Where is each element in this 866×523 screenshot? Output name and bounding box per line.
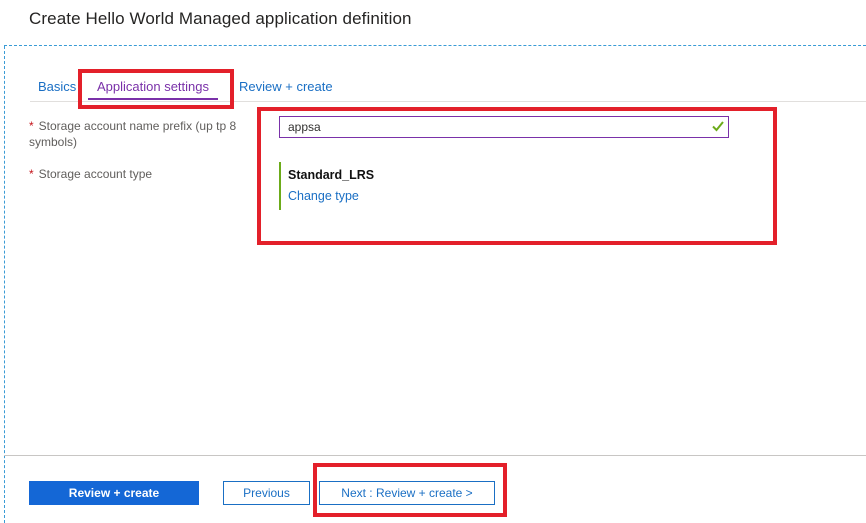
storage-type-value: Standard_LRS xyxy=(288,168,375,182)
previous-button[interactable]: Previous xyxy=(223,481,310,505)
tab-basics[interactable]: Basics xyxy=(38,78,76,100)
tab-review-create[interactable]: Review + create xyxy=(239,78,333,100)
storage-prefix-label: * Storage account name prefix (up tp 8 sy… xyxy=(29,118,264,150)
storage-type-label: * Storage account type xyxy=(29,166,264,182)
page-title: Create Hello World Managed application d… xyxy=(29,9,412,28)
footer-divider xyxy=(4,455,866,456)
storage-type-label-text: Storage account type xyxy=(38,167,153,181)
left-guide-line xyxy=(4,46,5,523)
tab-bar-divider xyxy=(30,101,866,102)
check-icon xyxy=(712,121,724,132)
required-mark: * xyxy=(29,167,34,181)
change-type-link[interactable]: Change type xyxy=(288,189,479,203)
storage-prefix-label-text: Storage account name prefix (up tp 8 sym… xyxy=(29,119,237,149)
required-mark: * xyxy=(29,119,34,133)
tab-application-settings[interactable]: Application settings xyxy=(88,78,218,100)
storage-prefix-input[interactable] xyxy=(279,116,729,138)
title-divider xyxy=(4,45,866,46)
review-create-button[interactable]: Review + create xyxy=(29,481,199,505)
next-review-create-button[interactable]: Next : Review + create > xyxy=(319,481,495,505)
storage-type-selection: Standard_LRS Change type xyxy=(279,162,479,210)
